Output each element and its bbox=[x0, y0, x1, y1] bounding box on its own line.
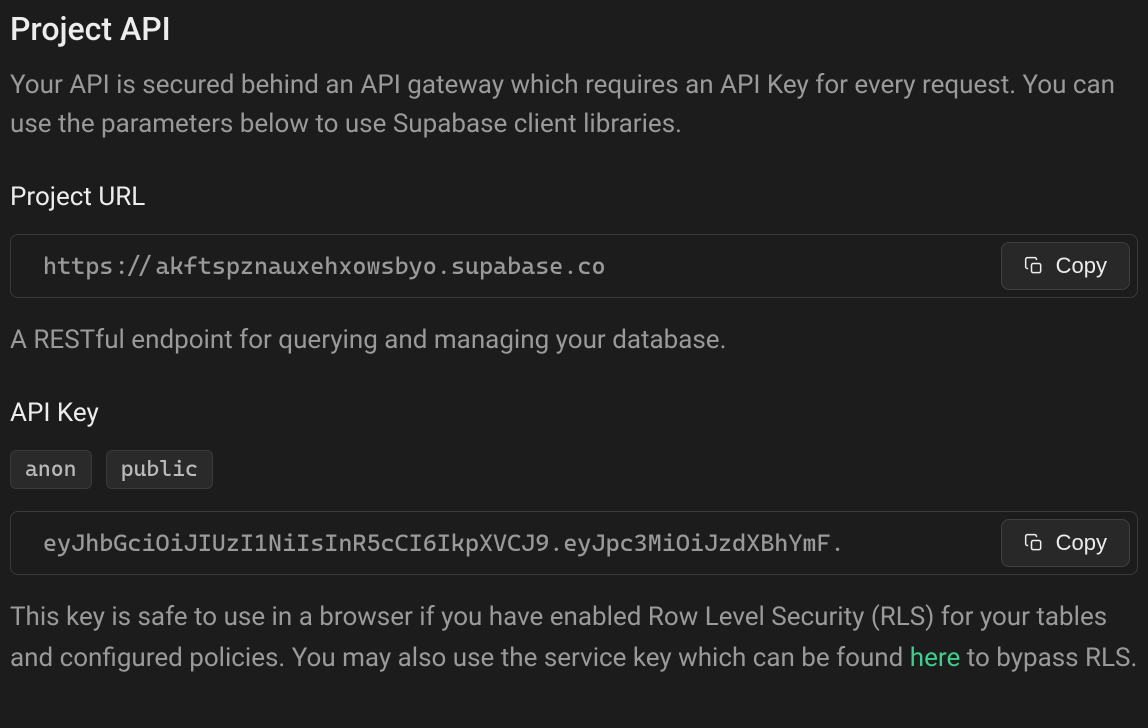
service-key-link[interactable]: here bbox=[910, 643, 960, 673]
page-description: Your API is secured behind an API gatewa… bbox=[10, 66, 1138, 144]
tag-public: public bbox=[106, 450, 213, 489]
project-url-help: A RESTful endpoint for querying and mana… bbox=[10, 320, 1138, 360]
api-key-tags: anon public bbox=[10, 450, 1138, 489]
copy-key-label: Copy bbox=[1056, 530, 1107, 556]
project-url-input[interactable]: https://akftspznauxehxowsbyo.supabase.co bbox=[10, 234, 1138, 298]
api-key-help: This key is safe to use in a browser if … bbox=[10, 597, 1138, 678]
copy-icon bbox=[1024, 256, 1044, 276]
project-url-label: Project URL bbox=[10, 182, 1138, 212]
api-key-label: API Key bbox=[10, 398, 1138, 428]
copy-key-button[interactable]: Copy bbox=[1001, 519, 1130, 567]
copy-url-button[interactable]: Copy bbox=[1001, 242, 1130, 290]
copy-url-label: Copy bbox=[1056, 253, 1107, 279]
api-key-help-suffix: to bypass RLS. bbox=[960, 643, 1137, 673]
page-title: Project API bbox=[10, 10, 1138, 48]
project-url-row: https://akftspznauxehxowsbyo.supabase.co… bbox=[10, 234, 1138, 298]
tag-anon: anon bbox=[10, 450, 92, 489]
copy-icon bbox=[1024, 533, 1044, 553]
api-key-input[interactable]: eyJhbGciOiJIUzI1NiIsInR5cCI6IkpXVCJ9.eyJ… bbox=[10, 511, 1138, 575]
project-url-section: Project URL https://akftspznauxehxowsbyo… bbox=[10, 182, 1138, 360]
api-key-section: API Key anon public eyJhbGciOiJIUzI1NiIs… bbox=[10, 398, 1138, 678]
api-key-row: eyJhbGciOiJIUzI1NiIsInR5cCI6IkpXVCJ9.eyJ… bbox=[10, 511, 1138, 575]
